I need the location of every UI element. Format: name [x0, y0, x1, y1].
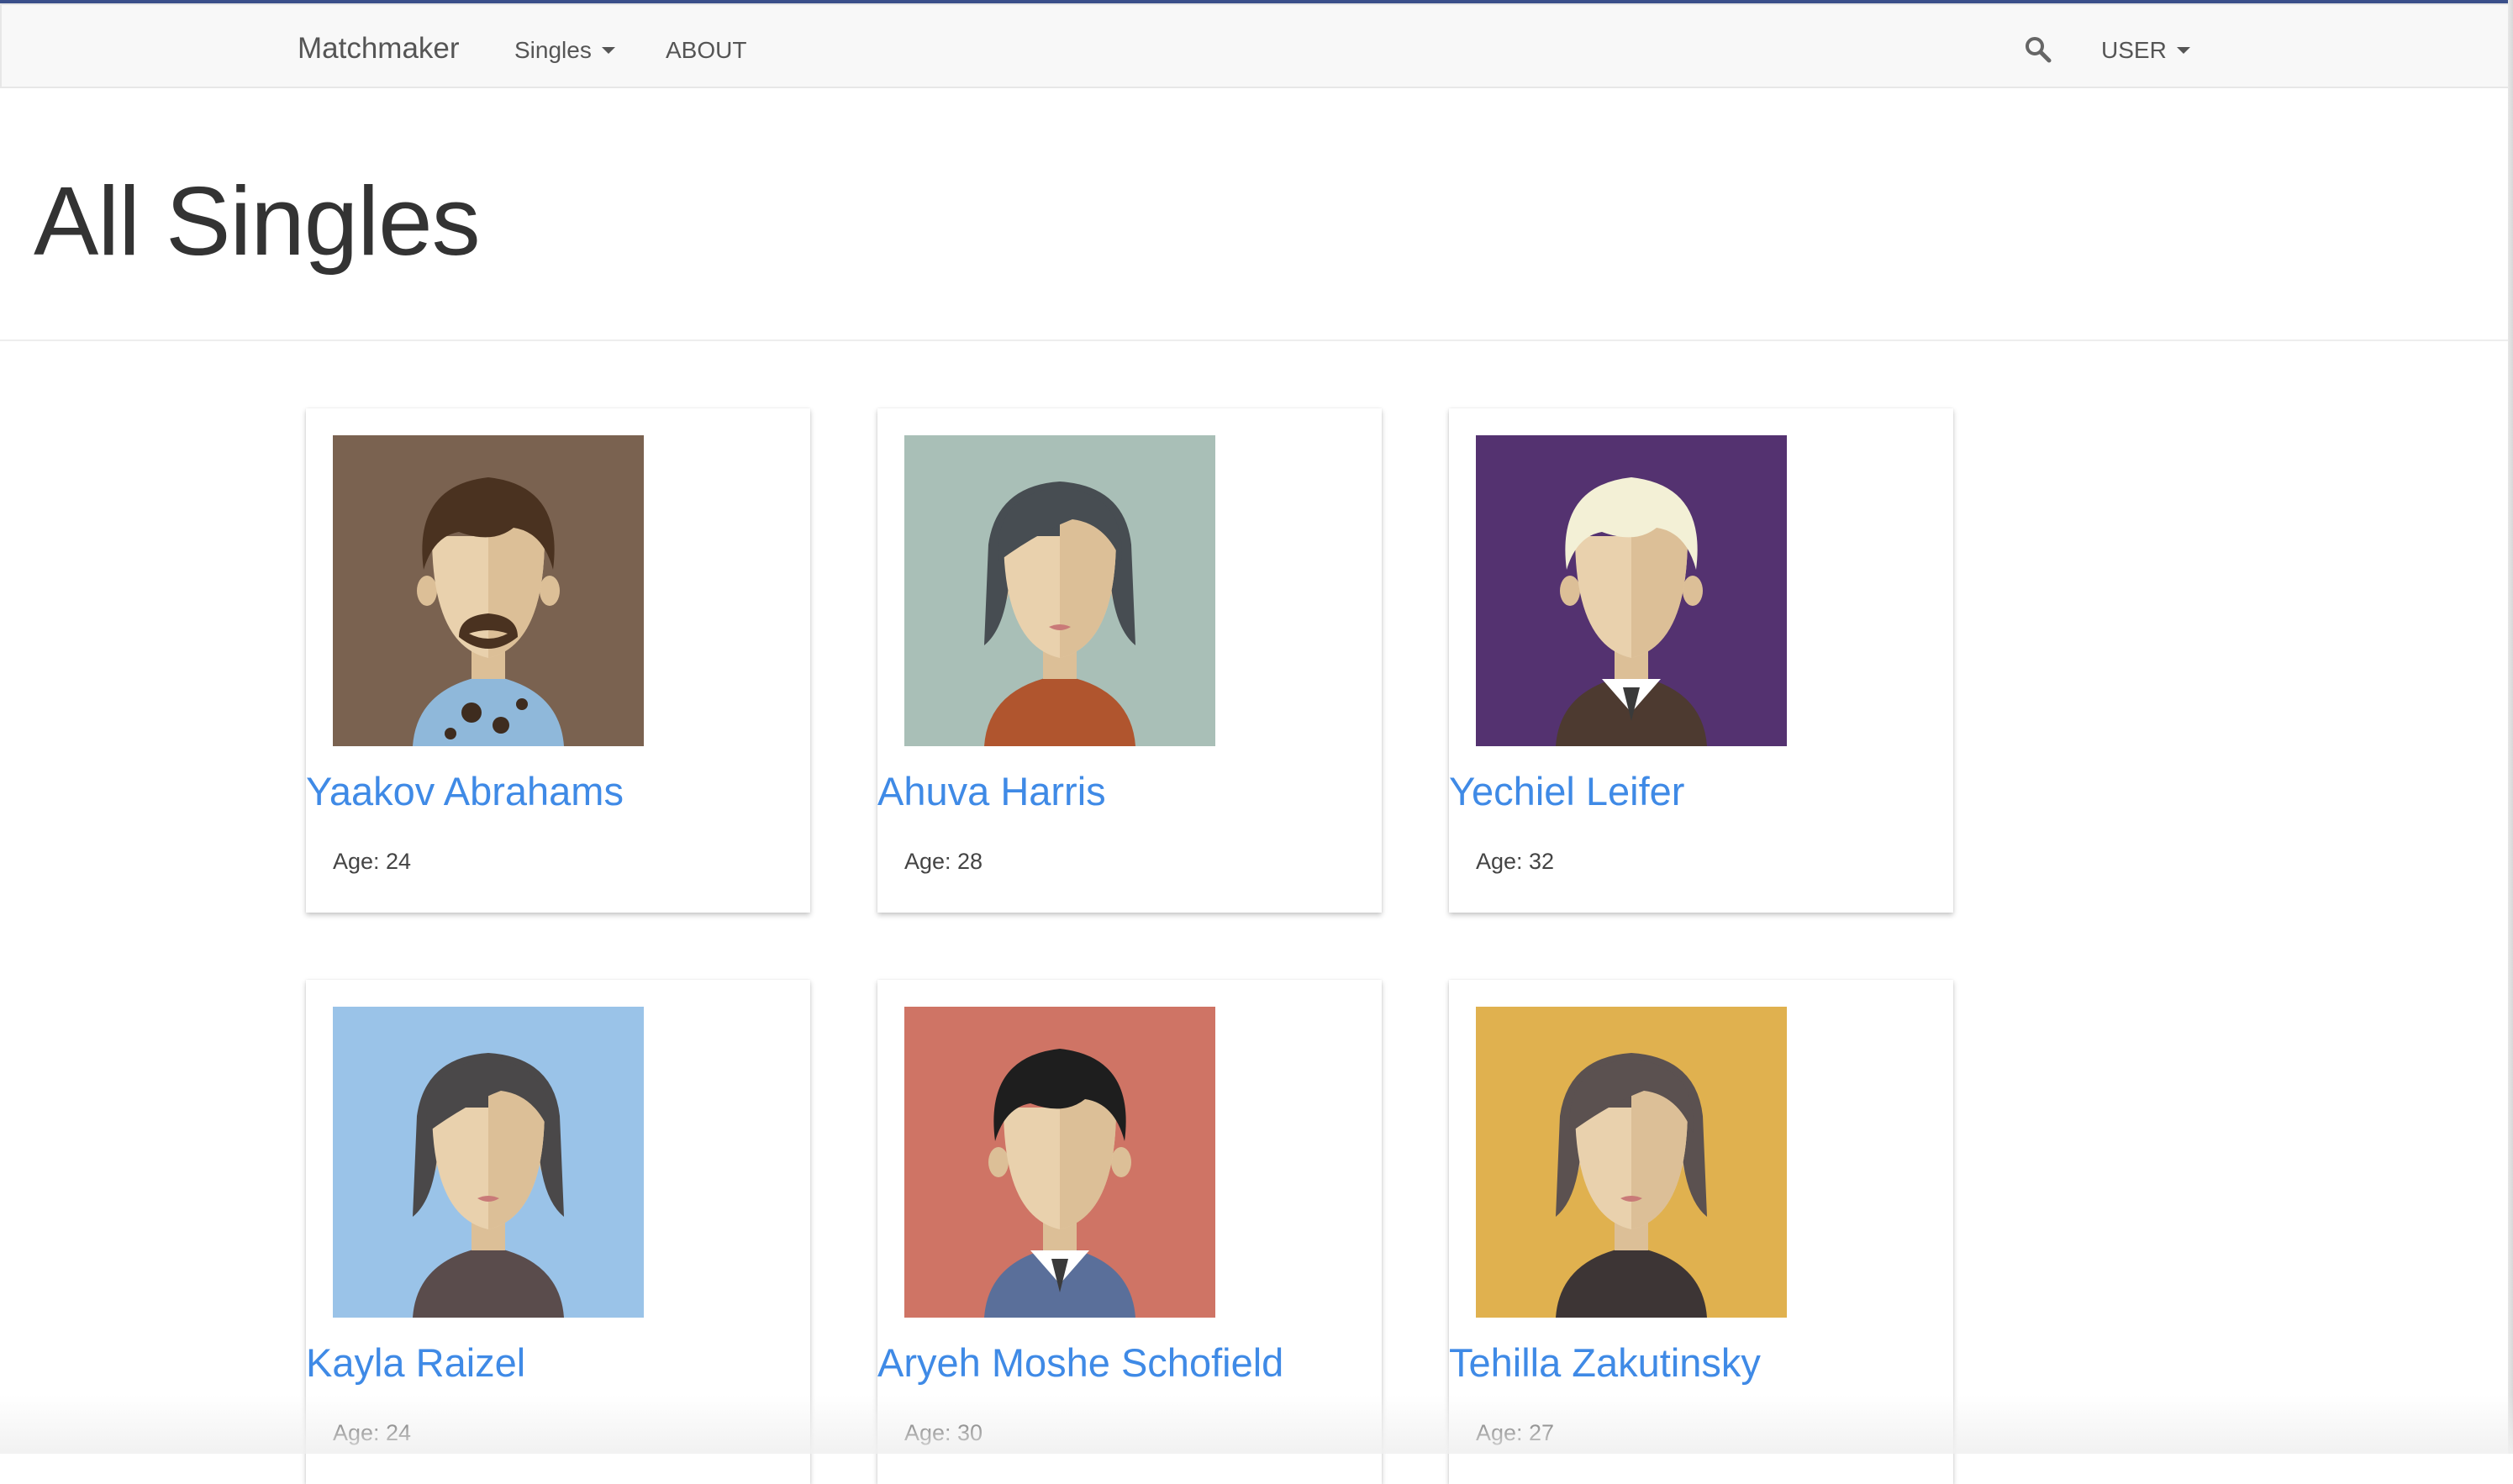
about-link[interactable]: ABOUT: [666, 37, 746, 64]
page-title: All Singles: [34, 166, 481, 276]
single-card[interactable]: Tehilla Zakutinsky Age: 27: [1449, 980, 1953, 1484]
avatar[interactable]: [333, 435, 644, 746]
single-age: Age: 30: [904, 1420, 983, 1445]
single-card[interactable]: Ahuva Harris Age: 28: [877, 408, 1382, 913]
caret-down-icon: [601, 47, 615, 54]
avatar[interactable]: [1476, 1007, 1787, 1318]
single-age: Age: 24: [333, 849, 412, 874]
avatar[interactable]: [333, 1007, 644, 1318]
user-dropdown-label: USER: [2101, 37, 2167, 63]
single-name-link[interactable]: Ahuva Harris: [877, 768, 1106, 814]
single-age: Age: 32: [1476, 849, 1555, 874]
avatar[interactable]: [904, 435, 1215, 746]
single-name-link[interactable]: Yechiel Leifer: [1449, 768, 1684, 814]
singles-dropdown[interactable]: Singles: [514, 37, 615, 64]
single-age: Age: 28: [904, 849, 983, 874]
search-icon: [2026, 37, 2052, 63]
singles-dropdown-label: Singles: [514, 37, 592, 63]
navbar: Matchmaker Singles ABOUT USER: [0, 3, 2510, 88]
brand-link[interactable]: Matchmaker: [298, 32, 460, 66]
single-card[interactable]: Kayla Raizel Age: 24: [306, 980, 810, 1484]
single-name-link[interactable]: Tehilla Zakutinsky: [1449, 1339, 1761, 1386]
avatar[interactable]: [904, 1007, 1215, 1318]
single-card[interactable]: Yechiel Leifer Age: 32: [1449, 408, 1953, 913]
single-name-link[interactable]: Yaakov Abrahams: [306, 768, 624, 814]
single-card[interactable]: Yaakov Abrahams Age: 24: [306, 408, 810, 913]
user-dropdown[interactable]: USER: [2101, 37, 2190, 64]
single-age: Age: 24: [333, 1420, 412, 1445]
window-edge: [2508, 0, 2513, 1454]
search-button[interactable]: [2024, 35, 2052, 64]
single-age: Age: 27: [1476, 1420, 1555, 1445]
single-name-link[interactable]: Aryeh Moshe Schofield: [877, 1339, 1283, 1386]
header-divider: [0, 339, 2513, 341]
caret-down-icon: [2176, 47, 2190, 54]
single-name-link[interactable]: Kayla Raizel: [306, 1339, 525, 1386]
avatar[interactable]: [1476, 435, 1787, 746]
single-card[interactable]: Aryeh Moshe Schofield Age: 30: [877, 980, 1382, 1484]
